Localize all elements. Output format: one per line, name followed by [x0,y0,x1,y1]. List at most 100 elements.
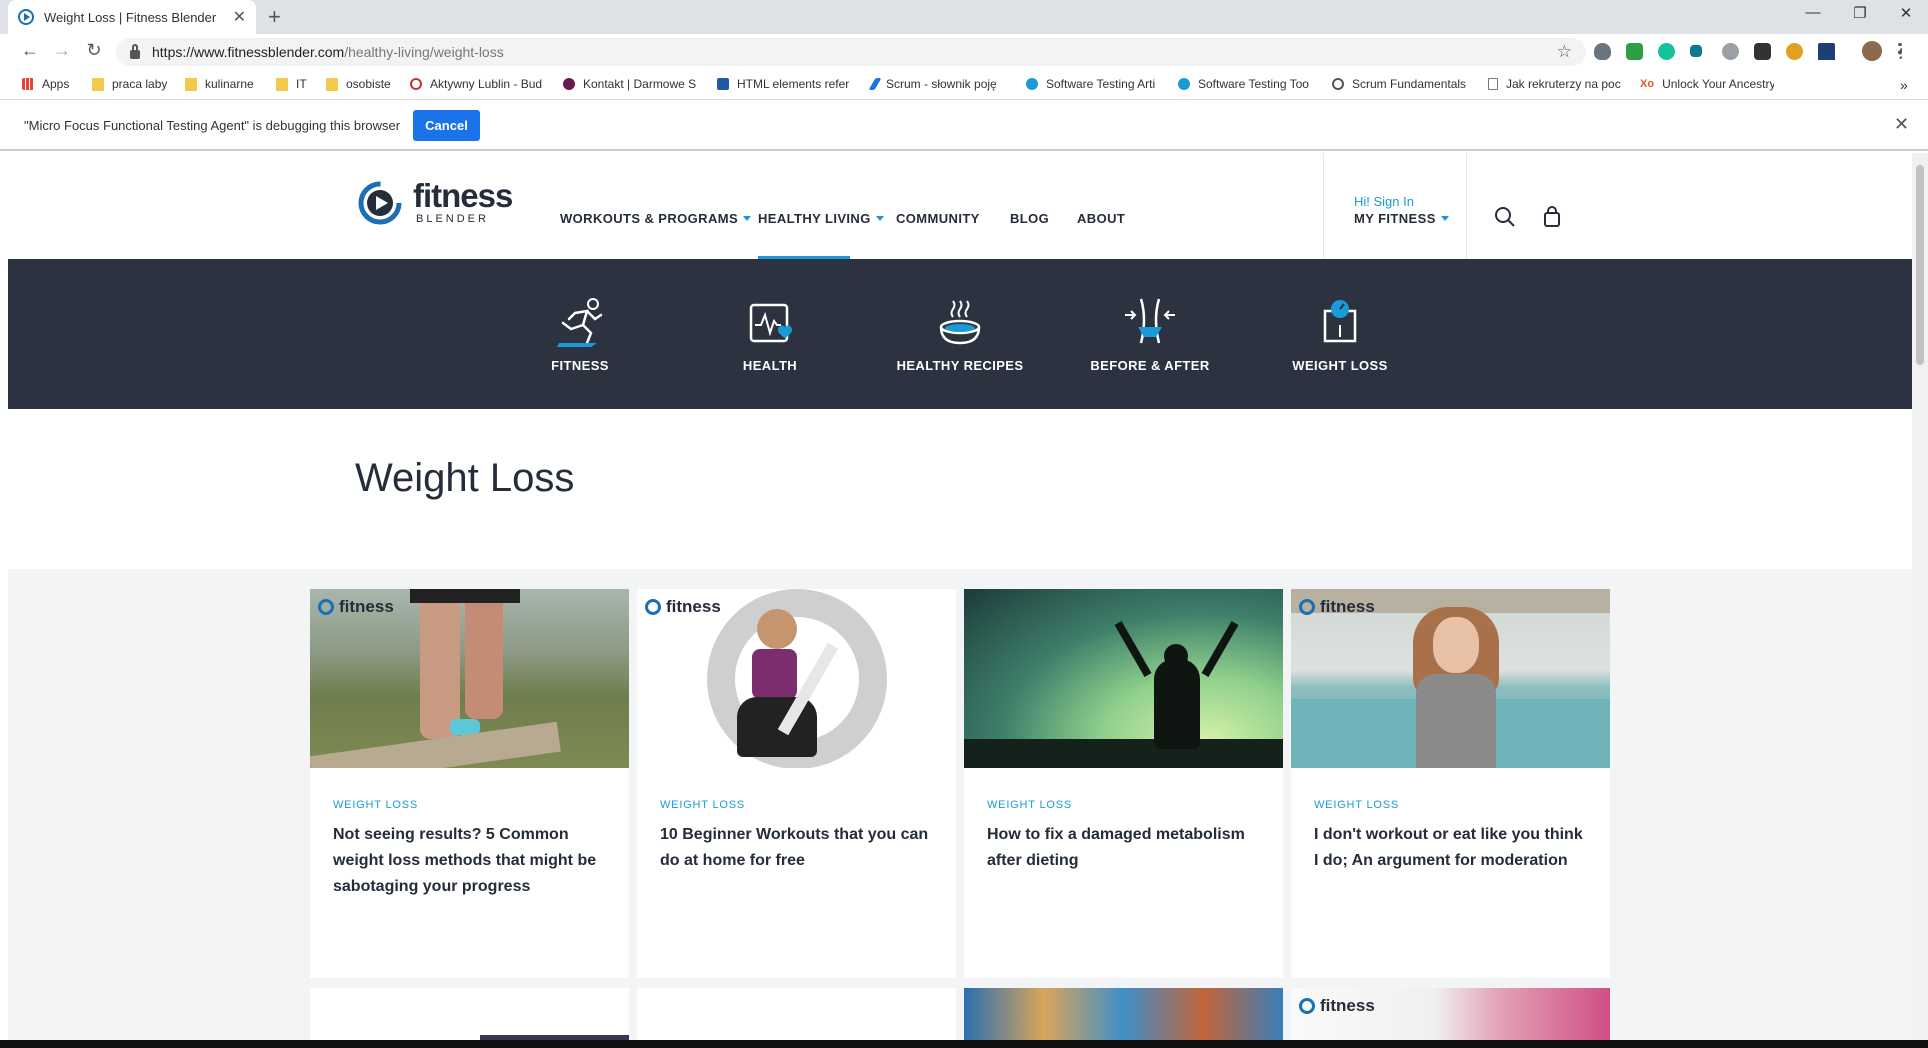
article-card[interactable]: fitness WEIGHT LOSS Not seeing results? … [310,589,629,978]
new-tab-button[interactable]: + [268,4,281,30]
caret-down-icon [1440,216,1449,221]
nav-community[interactable]: COMMUNITY [896,211,980,226]
cancel-debugging-button[interactable]: Cancel [413,110,480,141]
bookmark-apps[interactable]: Apps [22,77,69,91]
reload-icon[interactable]: ↻ [82,40,106,61]
article-thumbnail[interactable] [964,589,1283,768]
articles-grid [8,569,1912,1040]
bookmark-folder[interactable]: osobiste [326,77,391,91]
caret-down-icon [743,216,752,221]
scrum-site-icon [868,78,882,90]
category-label: WEIGHT LOSS [1292,358,1388,373]
address-bar[interactable]: https://www.fitnessblender.com/healthy-l… [116,38,1586,66]
folder-icon [276,77,288,91]
my-fitness-menu[interactable]: MY FITNESS [1354,211,1449,226]
nav-healthy-living[interactable]: HEALTHY LIVING [758,211,884,226]
browser-tab[interactable]: Weight Loss | Fitness Blender ✕ [8,0,256,34]
article-card[interactable]: WEIGHT LOSS How to fix a damaged metabol… [964,589,1283,978]
bookmark-link[interactable]: Jak rekruterzy na poc [1488,77,1636,91]
tab-title: Weight Loss | Fitness Blender [44,9,217,25]
back-icon[interactable]: ← [18,40,42,61]
restore-button[interactable]: ❐ [1840,4,1880,22]
article-card[interactable]: fitness WEIGHT LOSS 10 Beginner Workouts… [637,589,956,978]
bookmark-link[interactable]: HTML elements refer [717,77,867,91]
article-card[interactable]: fitness WEIGHT LOSS I don't workout or e… [1291,589,1610,978]
article-card-partial[interactable] [637,988,956,1040]
article-thumbnail[interactable]: fitness [637,589,956,768]
bookmark-folder[interactable]: IT [276,77,307,91]
bookmark-star-icon[interactable]: ☆ [1557,42,1572,62]
article-card-partial[interactable] [964,988,1283,1040]
card-title[interactable]: I don't workout or eat like you think I … [1314,822,1589,874]
close-infobar-icon[interactable]: ✕ [1894,114,1909,135]
bookmark-link[interactable]: Aktywny Lublin - Bud [410,77,562,91]
category-fitness[interactable]: FITNESS [510,297,650,373]
spreadsheet-extension-icon[interactable] [1626,43,1643,60]
category-healthy-recipes[interactable]: HEALTHY RECIPES [890,297,1030,373]
waist-measure-icon [1125,298,1175,344]
ancestry-icon: Xo [1640,78,1655,90]
nav-blog[interactable]: BLOG [1010,211,1049,226]
article-card-partial[interactable] [310,988,629,1040]
card-tag[interactable]: WEIGHT LOSS [660,799,745,811]
search-icon[interactable] [1494,206,1516,228]
bookmarks-overflow-button[interactable]: » [1900,77,1908,93]
scrollbar-thumb[interactable] [1916,165,1924,365]
card-title[interactable]: How to fix a damaged metabolism after di… [987,822,1262,874]
caret-down-icon [875,216,884,221]
article-thumbnail[interactable]: fitness [310,589,629,768]
card-title[interactable]: 10 Beginner Workouts that you can do at … [660,822,935,874]
color-extension-icon[interactable] [1786,43,1803,60]
bookmark-link[interactable]: Software Testing Arti [1026,77,1178,91]
shield-extension-icon[interactable] [1594,43,1611,60]
bookmark-link[interactable]: Kontakt | Darmowe S [563,77,709,91]
bookmark-link[interactable]: Xo Unlock Your Ancestry [1640,77,1774,91]
fitness-blender-logo[interactable]: fitness BLENDER [358,177,518,229]
category-weight-loss[interactable]: WEIGHT LOSS [1270,297,1410,373]
header-divider [1323,153,1324,259]
grammarly-extension-icon[interactable] [1658,43,1675,60]
shopping-bag-icon[interactable] [1543,206,1561,228]
article-thumbnail[interactable]: fitness [1291,589,1610,768]
os-taskbar [0,1040,1928,1048]
heart-monitor-icon [749,303,793,343]
category-label: HEALTH [742,358,798,373]
utest-site-icon [1178,78,1190,90]
logo-mark-icon [358,181,402,225]
sign-in-link[interactable]: Hi! Sign In [1354,194,1414,209]
bookmark-link[interactable]: Scrum - słownik poję [868,77,1018,91]
card-title[interactable]: Not seeing results? 5 Common weight loss… [333,822,608,900]
category-before-after[interactable]: BEFORE & AFTER [1080,297,1220,373]
bookmark-link[interactable]: Software Testing Too [1178,77,1328,91]
drive-extension-icon[interactable] [1818,43,1835,60]
bookmark-link[interactable]: Scrum Fundamentals [1332,77,1486,91]
menu-kebab-icon[interactable] [1898,43,1902,59]
article-card-partial[interactable]: fitness [1291,988,1610,1040]
card-tag[interactable]: WEIGHT LOSS [987,799,1072,811]
card-tag[interactable]: WEIGHT LOSS [333,799,418,811]
runner-icon [557,298,603,347]
cloud-extension-icon[interactable] [1722,43,1739,60]
url-domain: https://www.fitnessblender.com [152,44,345,60]
bookmark-folder[interactable]: kulinarne [185,77,254,91]
watermark-logo-icon [1299,599,1315,615]
notes-extension-icon[interactable] [1754,43,1771,60]
category-label: BEFORE & AFTER [1090,358,1210,373]
tab-close-icon[interactable]: ✕ [233,7,246,27]
debugging-message: "Micro Focus Functional Testing Agent" i… [24,118,401,133]
cross-extension-icon[interactable] [1690,45,1702,57]
close-window-button[interactable]: ✕ [1886,4,1926,22]
minimize-button[interactable]: — [1793,4,1833,21]
logo-subtitle: BLENDER [416,213,489,225]
nav-workouts-programs[interactable]: WORKOUTS & PROGRAMS [560,211,752,226]
nav-about[interactable]: ABOUT [1077,211,1125,226]
profile-avatar[interactable] [1862,41,1882,61]
category-health[interactable]: HEALTH [700,297,840,373]
category-label: HEALTHY RECIPES [896,358,1024,373]
clock-icon [410,78,422,90]
bookmark-folder[interactable]: praca laby [92,77,167,91]
page-scrollbar[interactable] [1912,153,1928,1040]
card-tag[interactable]: WEIGHT LOSS [1314,799,1399,811]
category-label: FITNESS [551,358,609,373]
forward-icon[interactable]: → [50,40,74,61]
